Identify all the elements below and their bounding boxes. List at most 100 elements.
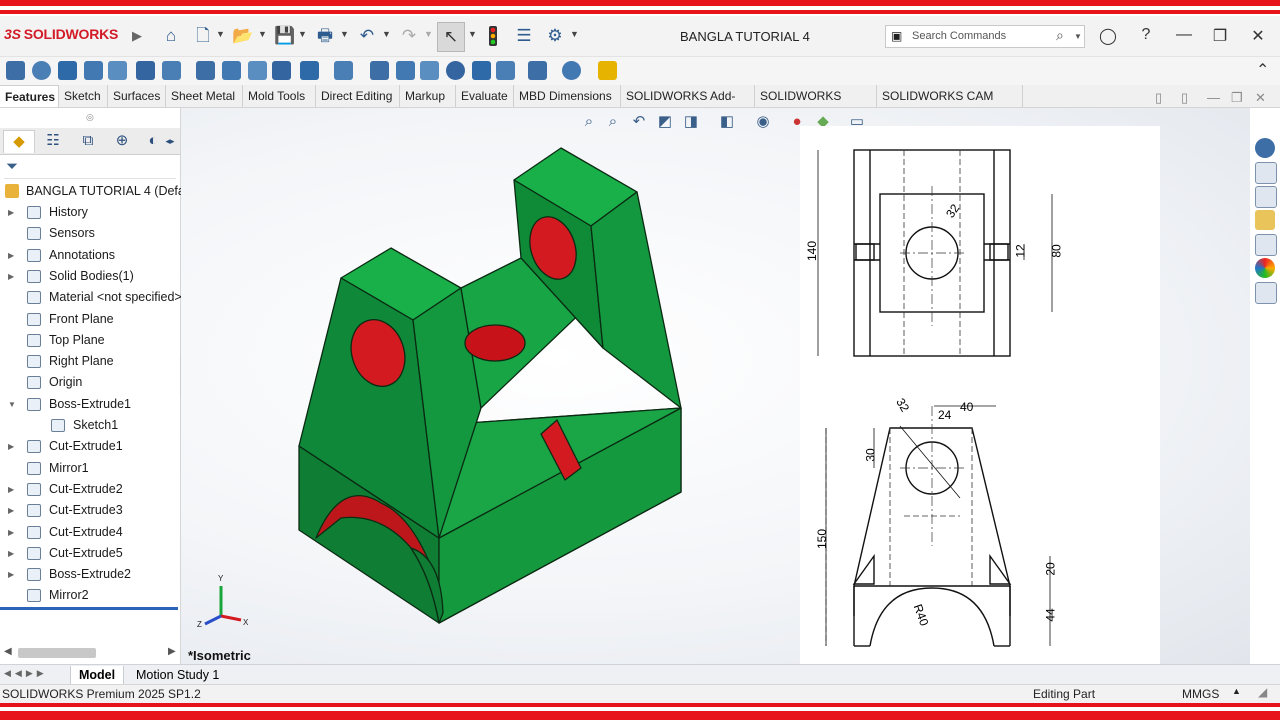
tab-nav-arrows[interactable]: ◀◀▶▶ (4, 668, 48, 679)
boundary-cut-icon[interactable] (272, 61, 291, 80)
save-icon[interactable]: 💾 (274, 25, 296, 47)
new-document-icon[interactable]: 🗋 (192, 25, 214, 47)
view-palette-icon[interactable] (1255, 234, 1277, 256)
tree-item[interactable]: Front Plane (0, 309, 180, 330)
tab-mbd-dimensions[interactable]: MBD Dimensions (514, 85, 621, 107)
tree-item[interactable]: ▶ Cut-Extrude1 (0, 436, 180, 457)
doc-close-icon[interactable]: ✕ (1255, 90, 1266, 106)
tab-model[interactable]: Model (70, 666, 125, 685)
rib-icon[interactable] (370, 61, 389, 80)
propertymanager-tab-icon[interactable]: ☷ (38, 130, 68, 152)
search-commands-field[interactable]: ▣ Search Commands ⌕ ▼ (885, 25, 1085, 48)
doc-restore-icon[interactable]: ❐ (1231, 90, 1243, 106)
intersect-icon[interactable] (472, 61, 491, 80)
tree-item[interactable]: ▶ Boss-Extrude2 (0, 564, 180, 585)
tree-item[interactable]: ▼ Boss-Extrude1 (0, 394, 180, 415)
tree-item[interactable]: Material <not specified> (0, 287, 182, 308)
tree-horizontal-scrollbar[interactable]: ◀ ▶ (4, 646, 176, 660)
shell-icon[interactable] (420, 61, 439, 80)
resize-grip-icon[interactable]: ◢ (1258, 685, 1267, 699)
options-dropdown-caret[interactable]: ▼ (570, 29, 579, 39)
swept-boss-icon[interactable] (58, 61, 77, 80)
tab-mold-tools[interactable]: Mold Tools (243, 85, 316, 107)
tree-item[interactable]: Top Plane (0, 330, 180, 351)
configurationmanager-tab-icon[interactable]: ⧉ (73, 130, 103, 152)
extruded-cut-icon[interactable] (136, 61, 155, 80)
tree-item[interactable]: ▶ History (0, 202, 180, 223)
home-task-icon[interactable] (1255, 162, 1277, 184)
tab-solidworks-cam-tbm[interactable]: SOLIDWORKS CAM TBM (877, 85, 1023, 125)
tree-item[interactable]: ▶ Cut-Extrude5 (0, 543, 180, 564)
linear-pattern-icon[interactable] (334, 61, 353, 80)
status-units[interactable]: MMGS (1182, 687, 1219, 701)
tree-item[interactable]: ▶ Solid Bodies(1) (0, 266, 180, 287)
search-dropdown-caret[interactable]: ▼ (1074, 32, 1082, 41)
print-dropdown-caret[interactable]: ▼ (340, 29, 349, 39)
tile-horizontal-icon[interactable]: ▯ (1155, 90, 1162, 106)
tree-item[interactable]: Mirror2 (0, 585, 180, 606)
scroll-left-icon[interactable]: ◀ (4, 646, 12, 657)
featuremanager-tab-icon[interactable]: ◆ (3, 130, 35, 153)
save-dropdown-caret[interactable]: ▼ (298, 29, 307, 39)
tab-direct-editing[interactable]: Direct Editing (316, 85, 400, 107)
design-library-icon[interactable] (1255, 186, 1277, 208)
swept-cut-icon[interactable] (222, 61, 241, 80)
expand-arrow-icon[interactable]: ▶ (8, 436, 14, 457)
help-icon[interactable]: ? (1134, 26, 1158, 44)
undo-icon[interactable]: ↶ (356, 25, 378, 47)
mirror-feature-icon[interactable] (496, 61, 515, 80)
home-icon[interactable]: ⌂ (160, 25, 182, 47)
tree-filter-bar[interactable]: ⏷ (4, 158, 176, 179)
search-icon[interactable]: ⌕ (1056, 27, 1064, 44)
new-dropdown-caret[interactable]: ▼ (216, 29, 225, 39)
tree-item[interactable]: Sensors (0, 223, 180, 244)
appearances-icon[interactable] (1255, 258, 1275, 278)
tab-features[interactable]: Features (0, 85, 59, 107)
menu-expand-icon[interactable]: ▶ (126, 25, 148, 47)
tree-item[interactable]: Right Plane (0, 351, 180, 372)
tab-solidworks-cam[interactable]: SOLIDWORKS CAM (755, 85, 877, 125)
panel-grip-icon[interactable]: ◎ (86, 112, 94, 123)
tree-item[interactable]: Sketch1 (0, 415, 180, 436)
print-icon[interactable]: 🖶 (314, 25, 336, 47)
scroll-right-icon[interactable]: ▶ (168, 646, 176, 657)
rebuild-traffic-light-icon[interactable] (482, 25, 504, 47)
tree-item[interactable]: ▶ Cut-Extrude2 (0, 479, 180, 500)
instant3d-icon[interactable] (598, 61, 617, 80)
close-window-icon[interactable]: ✕ (1246, 26, 1270, 46)
undo-dropdown-caret[interactable]: ▼ (382, 29, 391, 39)
tree-item[interactable]: ▶ Annotations (0, 245, 180, 266)
extruded-boss-icon[interactable] (6, 61, 25, 80)
revolved-cut-icon[interactable] (196, 61, 215, 80)
draft-icon[interactable] (396, 61, 415, 80)
wrap-icon[interactable] (446, 61, 465, 80)
user-account-icon[interactable]: ◯ (1096, 26, 1120, 46)
file-properties-icon[interactable]: ☰ (513, 25, 535, 47)
tree-item[interactable]: Origin (0, 372, 180, 393)
filter-funnel-icon[interactable]: ⏷ (6, 158, 18, 175)
part-model-3d[interactable] (181, 108, 741, 664)
redo-dropdown-caret[interactable]: ▼ (424, 29, 433, 39)
tab-markup[interactable]: Markup (400, 85, 456, 107)
tree-item[interactable]: ▶ Cut-Extrude4 (0, 522, 180, 543)
tab-motion-study-1[interactable]: Motion Study 1 (128, 666, 227, 684)
collapse-arrow-icon[interactable]: ▼ (8, 394, 16, 415)
expand-arrow-icon[interactable]: ▶ (8, 564, 14, 585)
dimxpertmanager-tab-icon[interactable]: ⊕ (107, 130, 137, 152)
tree-item[interactable]: ▶ Cut-Extrude3 (0, 500, 180, 521)
expand-arrow-icon[interactable]: ▶ (8, 522, 14, 543)
more-tabs-arrow-icon[interactable]: ◂▸ (163, 130, 177, 152)
tile-vertical-icon[interactable]: ▯ (1181, 90, 1188, 106)
expand-arrow-icon[interactable]: ▶ (8, 245, 14, 266)
options-gear-icon[interactable]: ⚙ (544, 25, 566, 47)
revolved-boss-icon[interactable] (32, 61, 51, 80)
tree-item[interactable]: Mirror1 (0, 458, 180, 479)
file-explorer-icon[interactable] (1255, 210, 1275, 230)
lofted-cut-icon[interactable] (248, 61, 267, 80)
minimize-window-icon[interactable]: — (1172, 26, 1196, 44)
restore-window-icon[interactable]: ❐ (1208, 26, 1232, 46)
curves-icon[interactable] (562, 61, 581, 80)
solidworks-logo[interactable]: 3S SOLIDWORKS (4, 26, 118, 42)
select-dropdown-caret[interactable]: ▼ (468, 29, 477, 39)
open-folder-icon[interactable]: 📂 (232, 25, 254, 47)
